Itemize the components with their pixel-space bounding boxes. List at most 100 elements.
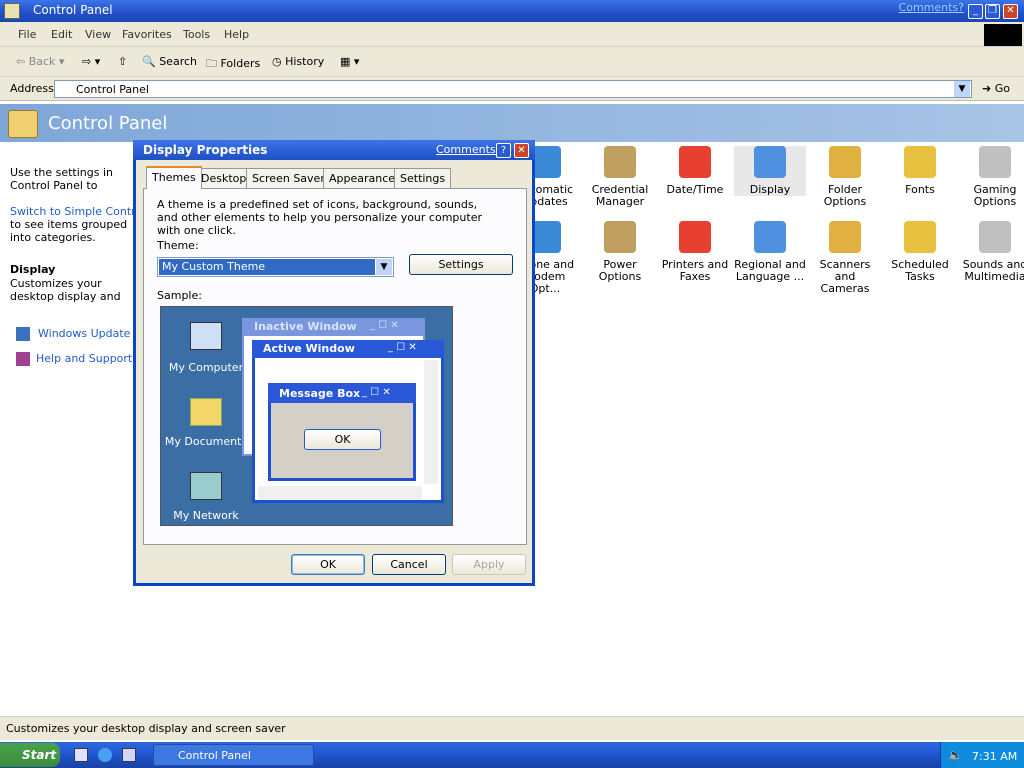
comments-link[interactable]: Comments? — [899, 1, 964, 14]
sample-horizontal-scrollbar — [258, 486, 422, 500]
status-text: Customizes your desktop display and scre… — [6, 722, 286, 735]
cp-item-icon — [604, 221, 636, 253]
sample-inactive-title: Inactive Window — [254, 320, 357, 333]
cp-item-icon — [979, 146, 1011, 178]
sample-msgbox-buttons: _ ☐ ✕ — [362, 387, 391, 398]
cp-item-label: Credential Manager — [591, 183, 649, 208]
section-title: Display — [10, 263, 56, 276]
cp-item-icon — [754, 146, 786, 178]
volume-icon[interactable]: 🔈 — [948, 748, 963, 762]
sample-ok-button: OK — [304, 429, 381, 450]
cp-icon-power-options[interactable]: Power Options — [584, 221, 656, 283]
views-button[interactable]: ▦ ▾ — [340, 55, 359, 68]
cp-item-label: Display — [749, 183, 791, 196]
menu-file[interactable]: File — [18, 28, 36, 41]
cp-item-icon — [829, 146, 861, 178]
cp-item-icon — [829, 221, 861, 253]
cancel-button[interactable]: Cancel — [372, 554, 446, 575]
dialog-comments-link[interactable]: Comments? — [436, 143, 501, 156]
up-folder-icon[interactable]: ⇧ — [118, 55, 127, 68]
cp-icon-printers-and-faxes[interactable]: Printers and Faxes — [659, 221, 731, 283]
cp-icon-sounds-and-multimedia[interactable]: Sounds and Multimedia — [959, 221, 1024, 283]
sample-inactive-buttons: _ ☐ ✕ — [370, 320, 399, 331]
address-dropdown-icon[interactable]: ▼ — [954, 81, 970, 97]
menu-view[interactable]: View — [85, 28, 111, 41]
control-panel-icon — [4, 3, 20, 19]
my-network-places-icon — [190, 472, 222, 500]
theme-dropdown-icon[interactable]: ▼ — [376, 259, 392, 275]
quick-launch-icon[interactable] — [122, 748, 136, 762]
start-button[interactable]: Start — [0, 743, 60, 767]
tab-screen-saver[interactable]: Screen Saver — [246, 168, 331, 188]
apply-button[interactable]: Apply — [452, 554, 526, 575]
menu-bar: File Edit View Favorites Tools Help — [0, 22, 1024, 47]
theme-label: Theme: — [157, 239, 199, 252]
cp-icon-credential-manager[interactable]: Credential Manager — [584, 146, 656, 208]
sample-msgbox-title: Message Box — [279, 387, 361, 400]
forward-button[interactable]: ⇨ ▾ — [82, 55, 100, 68]
cp-icon-display[interactable]: Display — [734, 146, 806, 196]
menu-favorites[interactable]: Favorites — [122, 28, 172, 41]
back-button[interactable]: ⇦ Back ▾ — [16, 55, 64, 68]
switch-view-text: to see items grouped into categories. — [10, 218, 128, 244]
menu-edit[interactable]: Edit — [51, 28, 72, 41]
theme-selected-value: My Custom Theme — [159, 259, 375, 275]
cp-icon-gaming-options[interactable]: Gaming Options — [959, 146, 1024, 208]
help-support-icon — [16, 352, 30, 366]
windows-update-link[interactable]: Windows Update — [38, 327, 130, 340]
show-desktop-icon[interactable] — [74, 748, 88, 762]
ok-button[interactable]: OK — [291, 554, 365, 575]
cp-item-icon — [604, 146, 636, 178]
sample-my-network: My Network Places — [173, 509, 239, 523]
history-button[interactable]: ◷ History — [272, 55, 324, 68]
menu-tools[interactable]: Tools — [183, 28, 210, 41]
minimize-button[interactable]: _ — [968, 4, 983, 19]
go-button[interactable]: ➜ Go — [982, 82, 1010, 95]
restore-button[interactable]: ❐ — [985, 4, 1000, 19]
taskbar-control-panel[interactable]: Control Panel — [153, 744, 314, 766]
window-titlebar[interactable]: Control Panel Comments? _ ❐ ✕ — [0, 0, 1024, 22]
cp-icon-folder-options[interactable]: Folder Options — [809, 146, 881, 208]
help-support-link[interactable]: Help and Support — [36, 352, 132, 365]
window-title: Control Panel — [33, 3, 113, 17]
theme-description: A theme is a predefined set of icons, ba… — [157, 198, 482, 237]
cp-item-label: Scanners and Cameras — [819, 258, 871, 295]
search-button[interactable]: 🔍 Search — [142, 55, 197, 68]
internet-explorer-icon[interactable] — [98, 748, 112, 762]
sample-active-buttons: _ ☐ ✕ — [388, 342, 417, 353]
tab-settings[interactable]: Settings — [394, 168, 452, 188]
help-button[interactable]: ? — [496, 143, 511, 158]
cp-item-icon — [679, 146, 711, 178]
folders-button[interactable]: 🗀 Folders — [206, 55, 260, 74]
intro-text: Use the settings in Control Panel to per… — [10, 166, 113, 194]
my-documents-icon — [190, 398, 222, 426]
menu-help[interactable]: Help — [224, 28, 249, 41]
sample-my-computer: My Computer — [168, 361, 244, 374]
start-label: Start — [22, 748, 57, 762]
address-value: Control Panel — [76, 83, 149, 96]
address-input[interactable]: Control Panel ▼ — [54, 80, 972, 98]
tab-desktop[interactable]: Desktop — [195, 168, 253, 188]
cp-icon-scanners-and-cameras[interactable]: Scanners and Cameras — [809, 221, 881, 295]
cp-icon-scheduled-tasks[interactable]: Scheduled Tasks — [884, 221, 956, 283]
theme-select[interactable]: My Custom Theme ▼ — [157, 257, 394, 277]
tab-themes[interactable]: Themes — [146, 166, 202, 189]
sample-active-title: Active Window — [263, 342, 355, 355]
cp-item-label: Fonts — [905, 183, 935, 196]
theme-settings-button[interactable]: Settings — [409, 254, 513, 275]
cp-icon-fonts[interactable]: Fonts — [884, 146, 956, 196]
dialog-close-button[interactable]: ✕ — [514, 143, 529, 158]
address-label: Address — [10, 82, 54, 95]
cp-item-icon — [979, 221, 1011, 253]
my-computer-icon — [190, 322, 222, 350]
cp-item-label: Sounds and Multimedia — [962, 258, 1024, 283]
switch-view-link[interactable]: Switch to Simple Control Panel — [10, 205, 135, 218]
cp-item-label: Power Options — [598, 258, 642, 283]
clock: 7:31 AM — [972, 750, 1018, 763]
dialog-title: Display Properties — [143, 143, 268, 157]
close-button[interactable]: ✕ — [1003, 4, 1018, 19]
tab-appearance[interactable]: Appearance — [323, 168, 402, 188]
cp-icon-date-time[interactable]: Date/Time — [659, 146, 731, 196]
cp-icon-regional-and-language[interactable]: Regional and Language ... — [734, 221, 806, 283]
windows-update-icon — [16, 327, 30, 341]
